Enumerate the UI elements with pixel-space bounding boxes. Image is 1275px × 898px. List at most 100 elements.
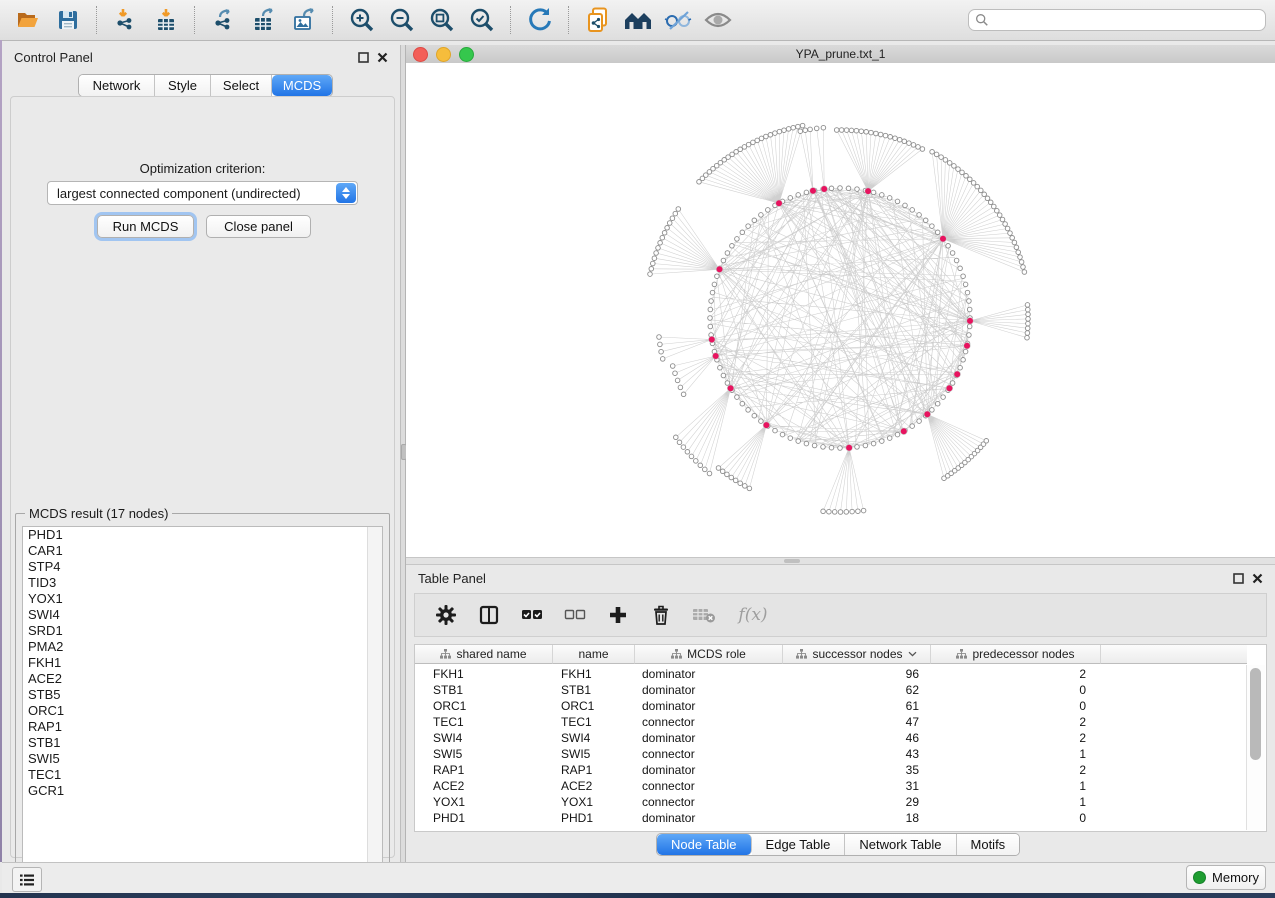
list-item[interactable]: ACE2 [23,671,382,687]
zoom-out-icon[interactable] [386,4,418,36]
list-item[interactable]: TID3 [23,575,382,591]
cell-predecessor-nodes: 0 [931,683,1101,697]
zoom-fit-icon[interactable] [426,4,458,36]
list-item[interactable]: PMA2 [23,639,382,655]
table-panel: Table Panel [406,565,1275,862]
deselect-all-icon[interactable] [562,602,588,628]
table-settings-gear-icon[interactable] [433,602,459,628]
zoom-selected-icon[interactable] [466,4,498,36]
add-column-icon[interactable] [605,602,631,628]
hide-details-glasses-icon[interactable] [662,4,694,36]
cell-shared-name: PHD1 [415,811,553,825]
mcds-result-groupbox: MCDS result (17 nodes) PHD1 CAR1 STP4 TI… [15,513,390,886]
scrollbar-thumb[interactable] [1250,668,1261,760]
tab-style[interactable]: Style [155,75,211,96]
list-item[interactable]: RAP1 [23,719,382,735]
cell-name: FKH1 [553,667,635,681]
global-search-field[interactable] [968,9,1266,31]
table-row[interactable]: YOX1YOX1connector291 [415,794,1101,810]
float-panel-icon[interactable] [358,52,369,63]
list-item[interactable]: PHD1 [23,527,382,543]
table-row[interactable]: TEC1TEC1connector472 [415,714,1101,730]
tab-mcds[interactable]: MCDS [272,75,332,96]
cell-name: PHD1 [553,811,635,825]
control-panel-tabs: Network Style Select MCDS [78,74,333,97]
close-panel-icon[interactable] [377,52,388,63]
list-item[interactable]: TEC1 [23,767,382,783]
node-table[interactable]: shared name name MCDS role successor nod… [414,644,1267,832]
open-file-icon[interactable] [12,4,44,36]
network-graph[interactable] [406,63,1275,557]
tab-select[interactable]: Select [211,75,272,96]
show-details-eye-icon[interactable] [702,4,734,36]
export-image-icon[interactable] [288,4,320,36]
column-header-mcds-role[interactable]: MCDS role [635,645,783,664]
home-networks-icon[interactable] [622,4,654,36]
memory-label: Memory [1212,870,1259,885]
export-table-icon[interactable] [248,4,280,36]
tab-network-table[interactable]: Network Table [845,834,956,855]
table-row[interactable]: PHD1PHD1dominator180 [415,810,1101,826]
clone-network-icon[interactable] [582,4,614,36]
mcds-result-title: MCDS result (17 nodes) [25,506,172,521]
select-all-icon[interactable] [519,602,545,628]
export-network-icon[interactable] [208,4,240,36]
tab-motifs[interactable]: Motifs [957,834,1020,855]
close-panel-icon[interactable] [1252,573,1263,584]
tab-edge-table[interactable]: Edge Table [752,834,846,855]
table-row[interactable]: SWI4SWI4dominator462 [415,730,1101,746]
list-item[interactable]: STB5 [23,687,382,703]
column-label: successor nodes [812,647,902,661]
horizontal-splitter[interactable] [406,557,1275,565]
cell-shared-name: YOX1 [415,795,553,809]
result-list-scrollbar[interactable] [367,527,382,879]
refresh-icon[interactable] [524,4,556,36]
table-row[interactable]: FKH1FKH1dominator962 [415,666,1101,682]
import-network-icon[interactable] [110,4,142,36]
criterion-dropdown[interactable]: largest connected component (undirected) [47,181,358,205]
run-mcds-button[interactable]: Run MCDS [97,215,194,238]
list-item[interactable]: STP4 [23,559,382,575]
cell-name: SWI4 [553,731,635,745]
tab-node-table[interactable]: Node Table [657,834,752,855]
save-session-icon[interactable] [52,4,84,36]
mcds-result-list[interactable]: PHD1 CAR1 STP4 TID3 YOX1 SWI4 SRD1 PMA2 … [22,526,383,880]
close-panel-button[interactable]: Close panel [206,215,311,238]
zoom-in-icon[interactable] [346,4,378,36]
table-row[interactable]: ACE2ACE2connector311 [415,778,1101,794]
column-header-predecessor-nodes[interactable]: predecessor nodes [931,645,1101,664]
table-row[interactable]: ORC1ORC1dominator610 [415,698,1101,714]
list-item[interactable]: CAR1 [23,543,382,559]
float-panel-icon[interactable] [1233,573,1244,584]
list-item[interactable]: SWI5 [23,751,382,767]
column-header-shared-name[interactable]: shared name [415,645,553,664]
list-item[interactable]: GCR1 [23,783,382,799]
delete-table-icon[interactable] [691,602,717,628]
memory-button[interactable]: Memory [1186,865,1266,890]
list-item[interactable]: SWI4 [23,607,382,623]
tab-network[interactable]: Network [79,75,155,96]
table-toolbar: f(x) [414,593,1267,637]
function-builder-button[interactable]: f(x) [734,602,772,628]
column-header-successor-nodes[interactable]: successor nodes [783,645,931,664]
list-item[interactable]: ORC1 [23,703,382,719]
splitter-grip[interactable] [784,559,800,563]
list-item[interactable]: YOX1 [23,591,382,607]
table-scrollbar[interactable] [1246,665,1265,830]
delete-column-trash-icon[interactable] [648,602,674,628]
column-header-name[interactable]: name [553,645,635,664]
cell-mcds-role: dominator [635,683,783,697]
import-table-icon[interactable] [150,4,182,36]
network-window-titlebar[interactable]: YPA_prune.txt_1 [406,45,1275,64]
list-item[interactable]: STB1 [23,735,382,751]
network-canvas[interactable] [406,63,1275,557]
table-row[interactable]: SWI5SWI5connector431 [415,746,1101,762]
list-item[interactable]: FKH1 [23,655,382,671]
show-task-history-button[interactable] [12,867,42,892]
search-input[interactable] [993,12,1259,28]
table-row[interactable]: STB1STB1dominator620 [415,682,1101,698]
desktop-edge-bottom [0,893,1275,898]
table-row[interactable]: RAP1RAP1dominator352 [415,762,1101,778]
list-item[interactable]: SRD1 [23,623,382,639]
show-columns-icon[interactable] [476,602,502,628]
